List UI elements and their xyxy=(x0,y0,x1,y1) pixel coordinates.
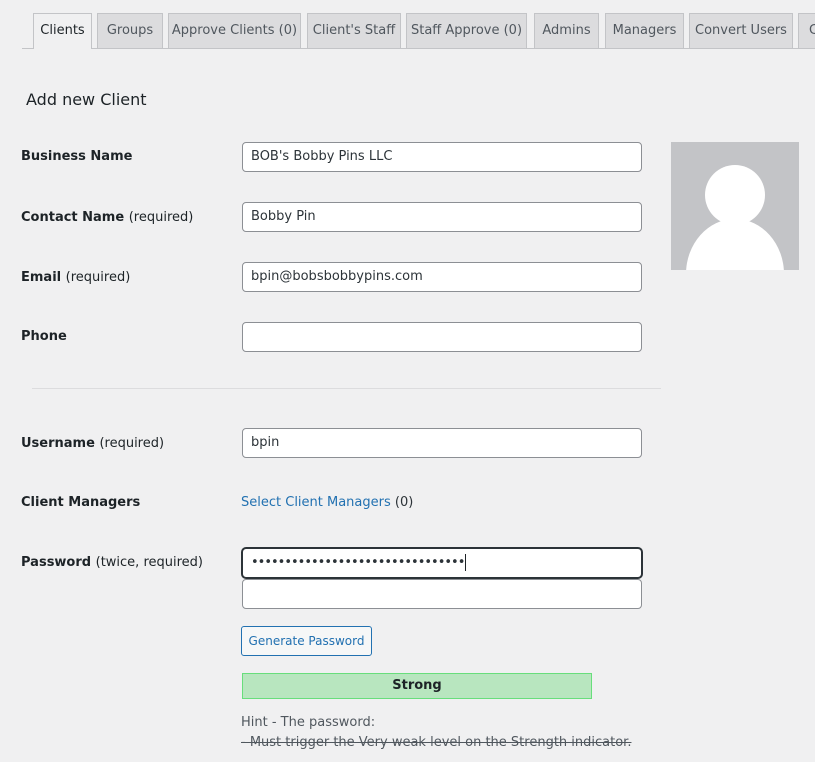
email-input[interactable]: bpin@bobsbobbypins.com xyxy=(242,262,642,292)
password-hint-title: Hint - The password: xyxy=(241,715,376,730)
tab-managers[interactable]: Managers xyxy=(605,13,684,48)
tab-clients[interactable]: Clients xyxy=(33,13,92,49)
client-managers-label: Client Managers xyxy=(21,495,141,510)
tab-staff-approve[interactable]: Staff Approve (0) xyxy=(406,13,527,48)
username-label: Username (required) xyxy=(21,436,165,451)
password-input[interactable]: •••••••••••••••••••••••••••••••• xyxy=(242,548,642,578)
business-name-input[interactable]: BOB's Bobby Pins LLC xyxy=(242,142,642,172)
contact-name-label: Contact Name (required) xyxy=(21,210,194,225)
email-label: Email (required) xyxy=(21,270,131,285)
password-hint-rule: - Must trigger the Very weak level on th… xyxy=(241,735,632,750)
tab-overflow[interactable]: C xyxy=(798,13,815,48)
password-confirm-input[interactable] xyxy=(242,579,642,609)
tab-clients-staff[interactable]: Client's Staff xyxy=(307,13,401,48)
contact-name-input[interactable]: Bobby Pin xyxy=(242,202,642,232)
password-label: Password (twice, required) xyxy=(21,555,203,570)
phone-input[interactable] xyxy=(242,322,642,352)
section-divider xyxy=(32,388,661,389)
client-managers-selector: Select Client Managers (0) xyxy=(241,495,413,510)
password-dots: •••••••••••••••••••••••••••••••• xyxy=(251,555,465,570)
phone-label: Phone xyxy=(21,329,67,344)
person-silhouette-icon xyxy=(686,165,784,270)
tab-bar: Clients Groups Approve Clients (0) Clien… xyxy=(0,0,815,49)
tab-approve-clients[interactable]: Approve Clients (0) xyxy=(168,13,301,48)
password-hint: Hint - The password: - Must trigger the … xyxy=(241,713,631,753)
page-title: Add new Client xyxy=(26,90,147,109)
username-input[interactable]: bpin xyxy=(242,428,642,458)
client-managers-count: (0) xyxy=(394,495,414,510)
tab-admins[interactable]: Admins xyxy=(534,13,599,48)
tab-bar-divider xyxy=(22,48,815,49)
password-strength-indicator: Strong xyxy=(242,673,592,699)
generate-password-button[interactable]: Generate Password xyxy=(241,626,372,656)
business-name-label: Business Name xyxy=(21,149,133,164)
text-caret xyxy=(465,554,467,571)
tab-convert-users[interactable]: Convert Users xyxy=(689,13,793,48)
tab-groups[interactable]: Groups xyxy=(97,13,163,48)
select-client-managers-link[interactable]: Select Client Managers xyxy=(241,495,391,510)
avatar xyxy=(671,142,799,270)
